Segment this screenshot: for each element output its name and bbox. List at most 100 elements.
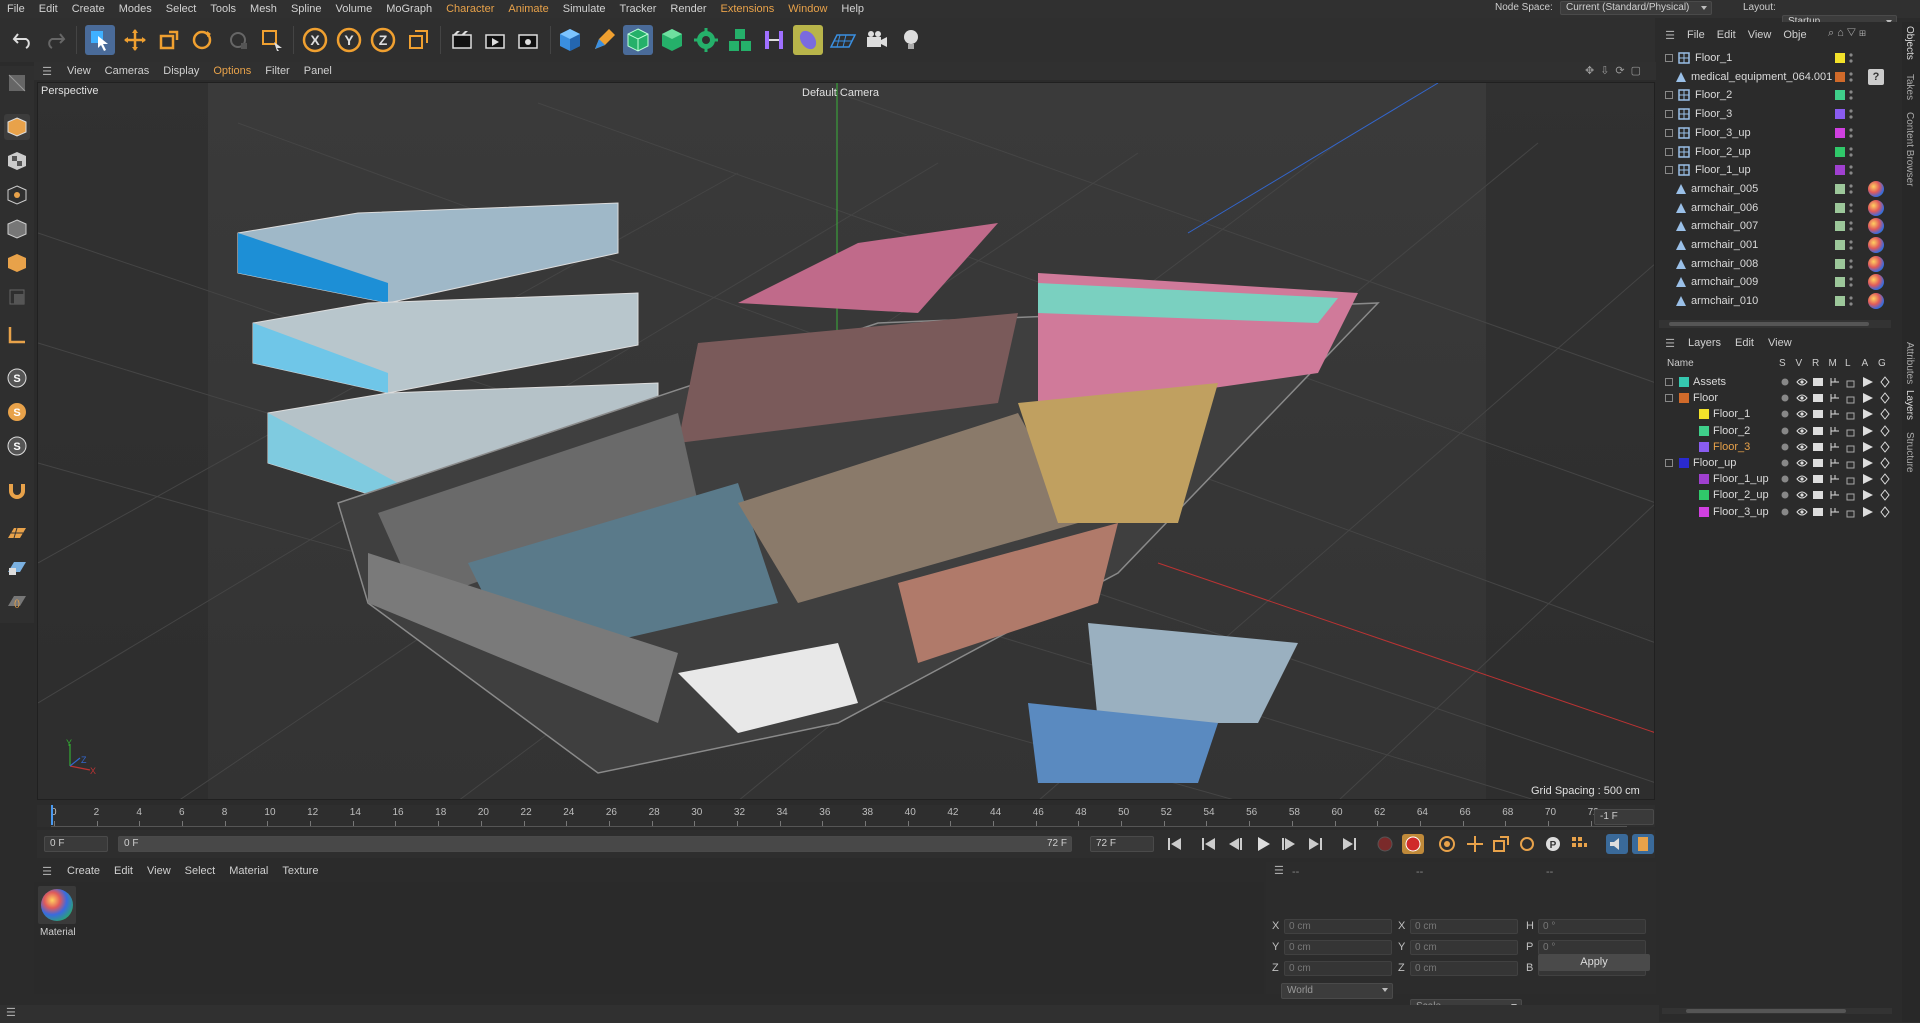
object-row[interactable]: Floor_1_up — [1661, 161, 1887, 179]
menu-edit[interactable]: Edit — [32, 0, 65, 18]
autokey-icon[interactable] — [1402, 834, 1424, 854]
layer-color-swatch[interactable] — [1835, 202, 1845, 213]
render-region-icon[interactable] — [447, 25, 477, 55]
redo-icon[interactable] — [40, 25, 70, 55]
scale-y-field[interactable]: 0 cm — [1410, 940, 1518, 955]
menu-simulate[interactable]: Simulate — [556, 0, 613, 18]
object-row[interactable]: armchair_008 — [1661, 255, 1887, 273]
menu-character[interactable]: Character — [439, 0, 501, 18]
object-row[interactable]: armchair_001 — [1661, 236, 1887, 254]
material-tag-icon[interactable] — [1868, 237, 1884, 253]
go-to-start-icon[interactable] — [1164, 834, 1186, 854]
layer-row[interactable]: Floor_2_up — [1661, 487, 1901, 503]
layer-row[interactable]: Floor_2 — [1661, 423, 1901, 439]
record-keys-icon[interactable] — [1374, 834, 1396, 854]
key-parameter-icon[interactable]: P — [1542, 834, 1564, 854]
snap-icon[interactable]: S — [4, 365, 30, 391]
menu-select[interactable]: Select — [159, 0, 204, 18]
expand-toggle-icon[interactable] — [1665, 378, 1673, 386]
side-tab-layers[interactable]: Layers — [1904, 390, 1915, 420]
end-frame-field[interactable]: 72 F — [1090, 836, 1154, 852]
material-tag-icon[interactable] — [1868, 218, 1884, 235]
layer-color-swatch[interactable] — [1835, 258, 1845, 269]
node-space-dropdown[interactable]: Current (Standard/Physical) — [1560, 1, 1712, 15]
visibility-dots[interactable] — [1849, 108, 1853, 120]
object-row[interactable]: armchair_009 — [1661, 273, 1887, 291]
menu-create[interactable]: Create — [65, 0, 112, 18]
side-tab-objects[interactable]: Objects — [1904, 26, 1915, 60]
apply-button[interactable]: Apply — [1538, 954, 1650, 971]
uv-mode-icon[interactable] — [4, 284, 30, 310]
layer-color-swatch[interactable] — [1699, 425, 1709, 436]
previous-key-icon[interactable] — [1198, 834, 1220, 854]
layer-color-swatch[interactable] — [1835, 146, 1845, 157]
mograph-icon[interactable] — [725, 25, 755, 55]
layers-menu-layers[interactable]: Layers — [1681, 337, 1728, 349]
viewport-menu-display[interactable]: Display — [156, 65, 206, 77]
viewport-navigation-icons[interactable]: ✥⇩⟳▢ — [1585, 64, 1647, 77]
layer-toggle-icons[interactable] — [1779, 473, 1899, 485]
make-editable-icon[interactable] — [4, 70, 30, 96]
undo-icon[interactable] — [8, 25, 38, 55]
layer-color-swatch[interactable] — [1699, 506, 1709, 517]
object-list-scrollbar[interactable] — [1659, 320, 1891, 328]
model-mode-icon[interactable] — [4, 114, 30, 140]
playhead[interactable] — [51, 805, 53, 825]
objects-hamburger-icon[interactable]: ☰ — [1659, 29, 1681, 42]
layer-toggle-icons[interactable] — [1779, 489, 1899, 502]
cloner-icon[interactable] — [691, 25, 721, 55]
material-menu-view[interactable]: View — [140, 865, 178, 877]
menu-extensions[interactable]: Extensions — [713, 0, 781, 18]
layer-color-swatch[interactable] — [1835, 90, 1845, 101]
recent-tools-icon[interactable] — [223, 25, 253, 55]
unknown-tag-icon[interactable]: ? — [1868, 68, 1884, 85]
objects-menu-view[interactable]: View — [1742, 29, 1778, 41]
layer-color-swatch[interactable] — [1699, 490, 1709, 501]
position-z-field[interactable]: 0 cm — [1284, 961, 1392, 976]
layer-color-swatch[interactable] — [1835, 53, 1845, 63]
material-hamburger-icon[interactable]: ☰ — [34, 865, 60, 878]
material-menu-select[interactable]: Select — [178, 865, 223, 877]
layer-color-swatch[interactable] — [1835, 277, 1845, 288]
object-manager-tool-icons[interactable]: ⌕⌂▽⊞ — [1828, 27, 1869, 40]
visibility-dots[interactable] — [1849, 295, 1853, 307]
object-row[interactable]: medical_equipment_064.001? — [1661, 68, 1887, 86]
timeline-ruler[interactable]: 0 2 4 6 8 10 12 14 16 18 20 22 24 26 28 30 32 34 36 38 40 42 4… — [37, 805, 1655, 827]
layer-row[interactable]: Floor_1_up — [1661, 471, 1901, 487]
object-row[interactable]: armchair_006 — [1661, 199, 1887, 217]
visibility-dots[interactable] — [1849, 71, 1853, 83]
layer-color-swatch[interactable] — [1835, 240, 1845, 250]
rotation-p-field[interactable]: 0 ° — [1538, 940, 1646, 955]
menu-mesh[interactable]: Mesh — [243, 0, 284, 18]
object-row[interactable]: armchair_010 — [1661, 292, 1887, 310]
points-mode-icon[interactable] — [4, 182, 30, 208]
expand-toggle-icon[interactable] — [1665, 54, 1673, 62]
material-menu-create[interactable]: Create — [60, 865, 107, 877]
objects-menu-obje[interactable]: Obje — [1777, 29, 1812, 41]
right-panel-scrollbar[interactable] — [1662, 1008, 1892, 1014]
visibility-dots[interactable] — [1849, 52, 1853, 64]
object-row[interactable]: Floor_2_up — [1661, 143, 1887, 161]
material-tag-icon[interactable] — [1868, 180, 1884, 197]
locked-workplane-icon[interactable] — [4, 554, 30, 580]
layer-toggle-icons[interactable] — [1779, 408, 1899, 421]
layer-color-swatch[interactable] — [1835, 221, 1845, 232]
key-rotation-icon[interactable] — [1516, 834, 1538, 854]
light-icon[interactable] — [896, 25, 926, 55]
object-row[interactable]: Floor_2 — [1661, 86, 1887, 104]
layer-color-swatch[interactable] — [1679, 458, 1689, 468]
layer-color-swatch[interactable] — [1835, 127, 1845, 138]
field-icon[interactable] — [793, 25, 823, 55]
rotation-h-field[interactable]: 0 ° — [1538, 919, 1646, 934]
sound-icon[interactable] — [1606, 834, 1628, 854]
layer-row[interactable]: Assets — [1661, 374, 1901, 390]
object-row[interactable]: Floor_3_up — [1661, 124, 1887, 142]
visibility-dots[interactable] — [1849, 146, 1853, 158]
keyframe-selection-icon[interactable] — [1436, 834, 1458, 854]
object-row[interactable]: Floor_3 — [1661, 105, 1887, 123]
selection-filter-icon[interactable] — [257, 25, 287, 55]
render-settings-icon[interactable] — [513, 25, 543, 55]
material-menu-edit[interactable]: Edit — [107, 865, 140, 877]
axis-mode-icon[interactable] — [4, 322, 30, 348]
layer-color-swatch[interactable] — [1679, 377, 1689, 387]
